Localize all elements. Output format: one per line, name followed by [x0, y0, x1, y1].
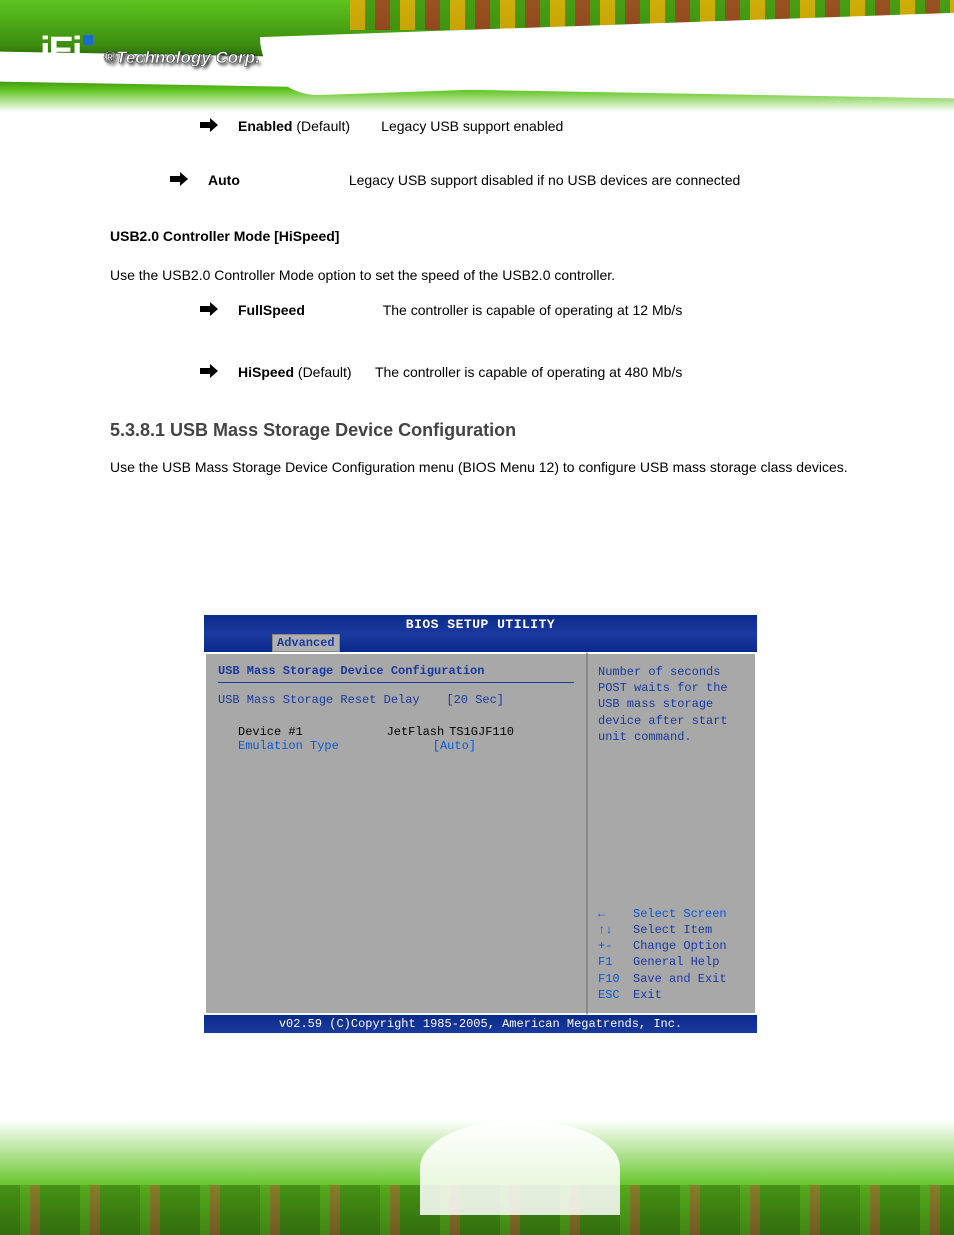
sub-bullet-group: FullSpeed The controller is capable of o…	[200, 299, 864, 385]
bios-device-row: Device #1 JetFlash TS1GJF110	[218, 725, 574, 739]
bios-body: USB Mass Storage Device Configuration US…	[204, 652, 757, 1015]
bullet-text: HiSpeed (Default) The controller is capa…	[238, 361, 682, 385]
bios-tab-advanced[interactable]: Advanced	[272, 634, 340, 652]
subsection-heading: 5.3.8.1 USB Mass Storage Device Configur…	[110, 420, 864, 441]
key-glyph: ↑↓	[598, 922, 633, 938]
bios-left-panel: USB Mass Storage Device Configuration US…	[204, 652, 587, 1015]
bios-right-panel: Number of seconds POST waits for the USB…	[587, 652, 757, 1015]
subsection-desc: Use the USB Mass Storage Device Configur…	[110, 456, 864, 480]
bullet-auto: Auto Legacy USB support disabled if no U…	[170, 169, 864, 193]
bullet-head: HiSpeed	[238, 364, 294, 380]
bios-reset-value: [20 Sec]	[446, 693, 574, 707]
bullet-enabled: Enabled (Default) Legacy USB support ena…	[200, 115, 864, 139]
key-glyph: F10	[598, 971, 633, 987]
key-label: Select Item	[633, 922, 712, 938]
key-glyph: ESC	[598, 987, 633, 1003]
bullet-group-auto: Auto Legacy USB support disabled if no U…	[170, 169, 864, 193]
bios-key-select-item: ↑↓Select Item	[598, 922, 745, 938]
key-glyph: +-	[598, 938, 633, 954]
bios-emulation-label: Emulation Type	[238, 739, 339, 753]
bios-device-label: Device #1	[238, 725, 303, 739]
bios-key-select-screen: ←Select Screen	[598, 906, 745, 922]
bullet-text: Auto Legacy USB support disabled if no U…	[208, 169, 740, 193]
bullet-head: Enabled	[238, 118, 292, 134]
arrow-icon	[170, 172, 188, 186]
bullet-fullspeed: FullSpeed The controller is capable of o…	[200, 299, 864, 323]
bios-key-exit: ESCExit	[598, 987, 745, 1003]
key-glyph: ←	[598, 906, 633, 922]
bullet-body: Legacy USB support enabled	[381, 118, 563, 134]
bios-key-save-exit: F10Save and Exit	[598, 971, 745, 987]
key-glyph: F1	[598, 954, 633, 970]
key-label: Save and Exit	[633, 971, 727, 987]
bullet-default: (Default)	[292, 118, 350, 134]
option-heading: USB2.0 Controller Mode [HiSpeed]	[110, 228, 864, 244]
arrow-icon	[200, 118, 218, 132]
arrow-icon	[200, 364, 218, 378]
key-label: Exit	[633, 987, 662, 1003]
logo: iEi ®Technology Corp.	[40, 30, 260, 73]
bullet-head: Auto	[208, 172, 240, 188]
key-label: Change Option	[633, 938, 727, 954]
bios-help-text: Number of seconds POST waits for the USB…	[598, 664, 745, 745]
option-heading-desc: Use the USB2.0 Controller Mode option to…	[110, 264, 864, 288]
logo-tagline: ®Technology Corp.	[103, 48, 259, 68]
content-area: Enabled (Default) Legacy USB support ena…	[0, 115, 954, 500]
bullet-text: Enabled (Default) Legacy USB support ena…	[238, 115, 563, 139]
key-label: General Help	[633, 954, 719, 970]
bios-reset-label: USB Mass Storage Reset Delay	[218, 693, 420, 707]
bios-keys: ←Select Screen ↑↓Select Item +-Change Op…	[598, 906, 745, 1003]
bullet-head: FullSpeed	[238, 302, 305, 318]
bios-device-mid: JetFlash	[387, 725, 445, 739]
bios-screenshot: BIOS SETUP UTILITY Advanced USB Mass Sto…	[204, 615, 757, 1030]
bios-emulation-row[interactable]: Emulation Type [Auto]	[238, 739, 574, 753]
bios-device-val: TS1GJF110	[449, 725, 514, 739]
bios-emulation-value: [Auto]	[433, 739, 476, 753]
bullet-text: FullSpeed The controller is capable of o…	[238, 299, 682, 323]
bios-section-title: USB Mass Storage Device Configuration	[218, 664, 574, 678]
bullet-body: The controller is capable of operating a…	[383, 302, 683, 318]
bullet-default: (Default)	[294, 364, 352, 380]
bios-key-general-help: F1General Help	[598, 954, 745, 970]
bios-tabbar: Advanced	[204, 634, 757, 652]
bullet-group-top: Enabled (Default) Legacy USB support ena…	[200, 115, 864, 139]
bullet-body: Legacy USB support disabled if no USB de…	[349, 172, 740, 188]
bios-key-change-option: +-Change Option	[598, 938, 745, 954]
key-label: Select Screen	[633, 906, 727, 922]
arrow-icon	[200, 302, 218, 316]
logo-brand: iEi	[40, 30, 80, 73]
bios-footer: v02.59 (C)Copyright 1985-2005, American …	[204, 1015, 757, 1033]
bios-title: BIOS SETUP UTILITY	[204, 615, 757, 634]
bios-divider	[218, 682, 574, 683]
footer-banner	[0, 1120, 954, 1235]
footer-swoosh	[420, 1120, 620, 1215]
logo-dot	[83, 35, 93, 45]
bios-reset-row[interactable]: USB Mass Storage Reset Delay [20 Sec]	[218, 693, 574, 707]
bullet-hispeed: HiSpeed (Default) The controller is capa…	[200, 361, 864, 385]
bullet-body: The controller is capable of operating a…	[375, 364, 682, 380]
